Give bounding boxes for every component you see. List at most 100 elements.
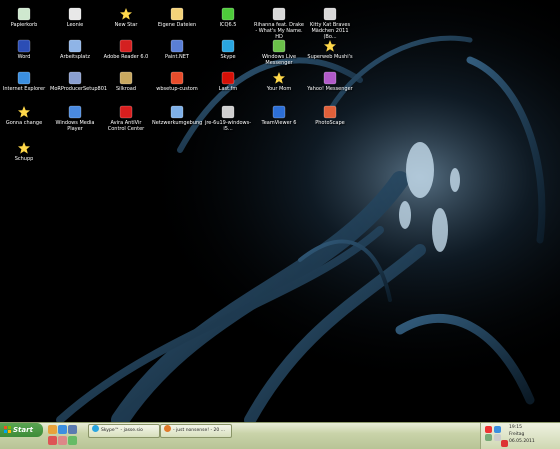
folder-icon — [170, 6, 184, 21]
clock-time[interactable]: 19:15 — [509, 425, 522, 430]
desktop-icon-label: TeamViewer 6 — [261, 120, 297, 126]
desktop-icon[interactable]: wbsetup-custom — [152, 70, 202, 92]
desktop-icon[interactable]: Skype — [203, 38, 253, 60]
desktop-icon[interactable]: Silkroad — [101, 70, 151, 92]
firefox-icon — [164, 425, 171, 432]
star-icon — [17, 104, 31, 118]
desktop-icon[interactable]: MoRProducerSetup801 — [50, 70, 108, 92]
desktop-icon[interactable]: Internet Explorer — [0, 70, 49, 92]
desktop-icon-label: PhotoScape — [315, 120, 345, 126]
desktop-icon-label: Internet Explorer — [2, 86, 46, 92]
desktop-icon[interactable]: Avira AntiVir Control Center — [101, 104, 151, 132]
task-label: Skype™ - jasse.sio — [101, 428, 143, 433]
desktop-icon[interactable]: ICQ6.5 — [203, 6, 253, 28]
desktop-icon-label: MoRProducerSetup801 — [50, 86, 108, 92]
quicklaunch-icon[interactable] — [68, 436, 77, 445]
media-file-icon — [323, 6, 337, 21]
desktop-icon[interactable]: Windows Media Player — [50, 104, 100, 132]
desktop-icon[interactable]: Schupp — [0, 140, 49, 162]
desktop-icon[interactable]: Gonna change — [0, 104, 49, 126]
desktop-icon-label: jre-6u19-windows-i5... — [204, 120, 252, 132]
star-icon — [119, 6, 133, 20]
desktop-icon-label: Yahoo! Messenger — [307, 86, 353, 92]
computer-icon — [68, 38, 82, 53]
windows-flag-icon — [4, 424, 11, 433]
desktop-icon-label: Paint.NET — [165, 54, 189, 60]
desktop-icon[interactable]: PhotoScape — [305, 104, 355, 126]
desktop-icon[interactable]: Papierkorb — [0, 6, 49, 28]
desktop-icon[interactable]: New Star — [101, 6, 151, 28]
photoscape-icon — [323, 104, 337, 119]
setup-icon — [68, 70, 82, 85]
desktop-icon[interactable]: jre-6u19-windows-i5... — [203, 104, 253, 132]
pdf-icon — [119, 38, 133, 53]
star-icon — [17, 140, 31, 154]
desktop-icon[interactable]: Last.fm — [203, 70, 253, 92]
star-icon — [323, 38, 337, 52]
tray-icon[interactable] — [485, 426, 492, 433]
desktop-icon-label: New Star — [114, 22, 138, 28]
media-quicklaunch-icon[interactable] — [48, 436, 57, 445]
recycle-bin-icon — [17, 6, 31, 21]
desktop-icon[interactable]: Windows Live Messenger — [254, 38, 304, 66]
network-icon — [170, 104, 184, 119]
messenger-icon — [272, 38, 286, 53]
desktop-icon[interactable]: Paint.NET — [152, 38, 202, 60]
desktop-icon[interactable]: Arbeitsplatz — [50, 38, 100, 60]
taskbar: Start Skype™ - jasse.sio - just nonsense… — [0, 422, 560, 449]
internet-explorer-quicklaunch-icon[interactable] — [58, 425, 67, 434]
media-player-icon — [68, 104, 82, 119]
teamviewer-icon — [272, 104, 286, 119]
start-label: Start — [13, 426, 33, 434]
desktop-icon[interactable]: Your Mom — [254, 70, 304, 92]
clock-day: Freitag — [509, 432, 525, 437]
firefox-quicklaunch-icon[interactable] — [48, 425, 57, 434]
desktop-icon-label: Eigene Dateien — [157, 22, 197, 28]
tray-icon[interactable] — [501, 440, 508, 447]
windows-flag-icon — [170, 70, 184, 85]
desktop-icon-label: Arbeitsplatz — [60, 54, 90, 60]
desktop-icon-label: Netzwerkumgebung — [152, 120, 203, 126]
media-file-icon — [272, 6, 286, 21]
tray-icon[interactable] — [485, 434, 492, 441]
desktop-icon-label: Windows Live Messenger — [261, 54, 297, 66]
icq-flower-icon — [221, 6, 235, 21]
desktop-icon[interactable]: Netzwerkumgebung — [152, 104, 202, 126]
tray-icon[interactable] — [494, 434, 501, 441]
desktop-icon-label: Word — [17, 54, 31, 60]
tray-icon[interactable] — [494, 426, 501, 433]
paint-icon — [170, 38, 184, 53]
taskbar-button-skype[interactable]: Skype™ - jasse.sio — [88, 424, 160, 438]
desktop-icon[interactable]: Adobe Reader 6.0 — [101, 38, 151, 60]
desktop-icon-label: Last.fm — [218, 86, 238, 92]
desktop-icon-label: wbsetup-custom — [156, 86, 198, 92]
desktop-icon-label: ICQ6.5 — [219, 22, 237, 28]
desktop-icon[interactable]: Rihanna feat. Drake - What's My Name. HD — [254, 6, 304, 40]
desktop-icon-label: Superweb Mushi's — [307, 54, 353, 60]
desktop-icon-label: Gonna change — [5, 120, 43, 126]
internet-explorer-icon — [17, 70, 31, 85]
desktop-icon[interactable]: Word — [0, 38, 49, 60]
skype-icon — [221, 38, 235, 53]
task-label: - just nonsense! - 20 ... — [173, 428, 225, 433]
quicklaunch-icon[interactable] — [58, 436, 67, 445]
desktop-icon-label: Leonie — [66, 22, 84, 28]
word-icon — [17, 38, 31, 53]
desktop-icon-label: Papierkorb — [10, 22, 38, 28]
desktop-icon[interactable]: Eigene Dateien — [152, 6, 202, 28]
desktop-icon[interactable]: Superweb Mushi's — [305, 38, 355, 60]
desktop-icon-label: Windows Media Player — [55, 120, 95, 132]
show-desktop-icon[interactable] — [68, 425, 77, 434]
desktop-icon-label: Your Mom — [266, 86, 292, 92]
document-icon — [68, 6, 82, 21]
desktop-icon-label: Adobe Reader 6.0 — [103, 54, 149, 60]
start-button[interactable]: Start — [0, 423, 43, 437]
desktop-icon[interactable]: TeamViewer 6 — [254, 104, 304, 126]
taskbar-button-firefox[interactable]: - just nonsense! - 20 ... — [160, 424, 232, 438]
star-icon — [272, 70, 286, 84]
desktop-icon[interactable]: Kitty Kat Braves Mädchen 2011 (Bo... — [305, 6, 355, 40]
game-icon — [119, 70, 133, 85]
desktop-icon[interactable]: Yahoo! Messenger — [305, 70, 355, 92]
desktop-icon[interactable]: Leonie — [50, 6, 100, 28]
skype-icon — [92, 425, 99, 432]
